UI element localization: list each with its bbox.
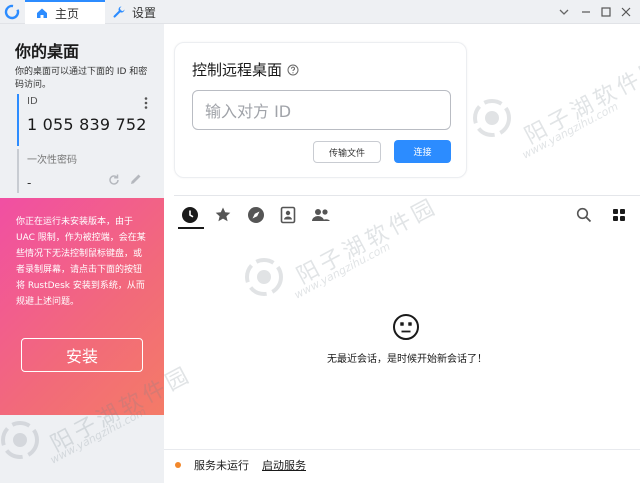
tab-settings-label: 设置 [132, 5, 157, 20]
connect-button[interactable]: 连接 [394, 140, 451, 163]
search-icon [576, 207, 592, 223]
compass-icon [248, 207, 264, 223]
install-warning-text: 你正在运行未安装版本，由于 UAC 限制，作为被控端，会在某些情况下无法控制鼠标… [16, 217, 146, 307]
service-status-text: 服务未运行 [194, 459, 249, 472]
rustdesk-logo-icon [4, 4, 20, 20]
address-book-tab[interactable] [278, 205, 298, 225]
maximize-icon[interactable] [598, 4, 614, 20]
empty-sessions-text: 无最近会话，是时候开始新会话了！ [327, 354, 487, 365]
id-value[interactable]: 1 055 839 752 [27, 115, 152, 134]
tab-home[interactable]: 主页 [25, 0, 105, 24]
id-block: ID 1 055 839 752 [17, 94, 152, 146]
home-icon [37, 8, 47, 18]
install-button[interactable]: 安装 [21, 338, 143, 372]
otp-label: 一次性密码 [27, 155, 77, 166]
desktop-description: 你的桌面可以通过下面的 ID 和密码访问。 [15, 67, 148, 90]
recent-icon [182, 207, 198, 223]
favorites-tab[interactable] [213, 205, 233, 225]
more-menu-icon[interactable] [556, 4, 572, 20]
start-service-link[interactable]: 启动服务 [262, 457, 306, 473]
close-icon[interactable] [618, 4, 634, 20]
minimize-icon[interactable] [578, 4, 594, 20]
group-icon [312, 209, 330, 221]
wrench-icon [113, 6, 125, 18]
refresh-icon[interactable] [107, 173, 121, 187]
help-icon[interactable] [287, 64, 299, 76]
edit-icon[interactable] [129, 172, 143, 186]
active-tab-indicator [178, 227, 204, 229]
grid-view-button[interactable] [609, 205, 629, 225]
divider [174, 195, 640, 196]
install-warning-card: 你正在运行未安装版本，由于 UAC 限制，作为被控端，会在某些情况下无法控制鼠标… [0, 198, 164, 415]
desktop-title: 你的桌面 [15, 42, 80, 61]
remote-id-input[interactable]: 输入对方 ID [192, 90, 451, 130]
recent-sessions-tab[interactable] [180, 205, 200, 225]
remote-desktop-card: 控制远程桌面 输入对方 ID 传输文件 连接 [174, 42, 467, 178]
grid-view-icon [613, 209, 625, 221]
status-divider [164, 449, 640, 450]
tab-settings[interactable]: 设置 [110, 0, 180, 24]
otp-block: 一次性密码 - [17, 149, 152, 193]
tab-home-label: 主页 [55, 6, 80, 21]
group-tab[interactable] [311, 205, 331, 225]
sad-face-icon [393, 314, 419, 340]
remote-title: 控制远程桌面 [192, 59, 299, 80]
status-dot [175, 462, 181, 468]
discovered-tab[interactable] [246, 205, 266, 225]
star-icon [215, 207, 231, 222]
more-vert-icon[interactable] [142, 96, 150, 110]
remote-title-text: 控制远程桌面 [192, 61, 283, 79]
search-button[interactable] [574, 205, 594, 225]
transfer-file-button[interactable]: 传输文件 [313, 141, 381, 163]
id-label: ID [27, 96, 38, 107]
title-bar: 主页 设置 [0, 0, 640, 24]
address-book-icon [280, 206, 296, 224]
